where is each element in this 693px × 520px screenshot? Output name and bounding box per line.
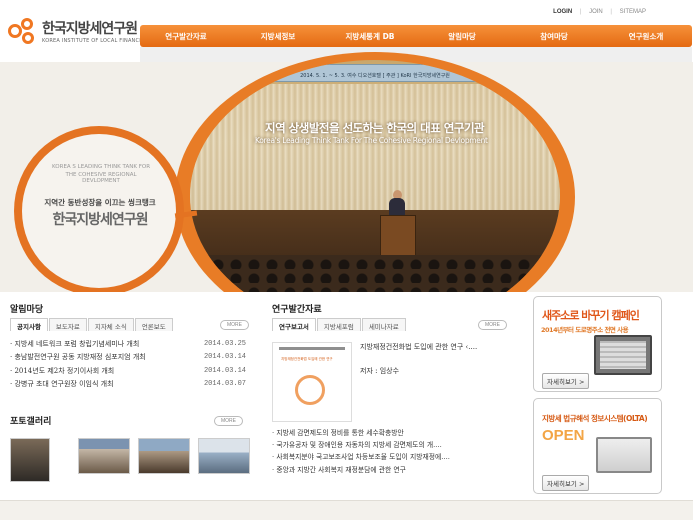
photo-gallery <box>10 438 258 482</box>
tab-forum[interactable]: 지방세포럼 <box>316 318 361 331</box>
olta-open-label: OPEN <box>542 427 585 444</box>
list-item[interactable]: · 중앙과 지방간 사회복지 재정분담에 관한 연구 <box>272 464 504 476</box>
list-item[interactable]: · 강병규 초대 연구원장 이임식 개최 2014.03.07 <box>10 378 246 391</box>
gallery-more-button[interactable]: MORE <box>214 416 243 426</box>
nav-item-about[interactable]: 연구원소개 <box>600 31 692 42</box>
tab-media[interactable]: 언론보도 <box>134 318 173 331</box>
gallery-title: 포토갤러리 <box>10 417 52 427</box>
join-link[interactable]: JOIN <box>589 9 603 15</box>
cover-title: 지방재정건전화법 도입에 관한 연구 <box>281 357 333 361</box>
address-campaign-banner[interactable]: 새주소로 바꾸기 캠페인 2014년부터 도로명주소 전면 사용 자세히보기 > <box>533 296 662 392</box>
notice-title: 알림마당 <box>10 305 44 315</box>
cover-logo-icon <box>295 375 325 405</box>
notice-more-button[interactable]: MORE <box>220 320 249 330</box>
campaign-subtitle: 2014년부터 도로명주소 전면 사용 <box>541 326 629 334</box>
notice-tabs: 공지사항 보도자료 지자체 소식 언론보도 <box>10 318 174 331</box>
site-logo[interactable]: 한국지방세연구원 KOREA INSTITUTE OF LOCAL FINANC… <box>8 18 143 44</box>
nav-item-tax-stats-db[interactable]: 지방세통계 DB <box>324 31 416 42</box>
stage-banner-text: 2014. 5. 1. ~ 5. 3. 여수 디오션호텔 [ 주관 ] KoRI… <box>300 73 450 79</box>
notice-list: · 지방세 네트워크 포럼 창립기념세미나 개최 2014.03.25 · 충남발… <box>10 338 246 391</box>
nav-item-notice[interactable]: 알림마당 <box>416 31 508 42</box>
slogan-org-name: 한국지방세연구원 <box>52 212 148 228</box>
campaign-title: 새주소로 바꾸기 캠페인 <box>542 309 640 322</box>
main-navigation: 연구발간자료 지방세정보 지방세통계 DB 알림마당 참여마당 연구원소개 <box>140 25 692 47</box>
nav-item-research[interactable]: 연구발간자료 <box>140 31 232 42</box>
tab-press[interactable]: 보도자료 <box>48 318 87 331</box>
list-item[interactable]: · 사회복지분야 국고보조사업 차등보조율 도입이 지방재정에.... <box>272 451 504 463</box>
nav-item-local-tax-info[interactable]: 지방세정보 <box>232 31 324 42</box>
research-tabs: 연구보고서 지방세포럼 세미나자료 <box>272 318 407 331</box>
util-separator: | <box>610 9 612 15</box>
gallery-photo[interactable] <box>198 438 250 474</box>
tab-seminar[interactable]: 세미나자료 <box>361 318 406 331</box>
util-separator: | <box>579 9 582 15</box>
main-visual: 2014. 5. 1. ~ 5. 3. 여수 디오션호텔 [ 주관 ] KoRI… <box>0 52 693 342</box>
slogan-ko: 지역간 동반성장을 이끄는 씽크탱크 <box>44 198 156 207</box>
tab-reports[interactable]: 연구보고서 <box>272 318 316 331</box>
olta-title: 지방세 법규해석 정보시스템(OLTA) <box>542 414 648 423</box>
tab-local-news[interactable]: 지자체 소식 <box>87 318 134 331</box>
laptop-icon <box>596 437 652 473</box>
detail-button[interactable]: 자세히보기 > <box>542 373 590 389</box>
research-list: · 지방세 감면제도의 정비를 통한 세수확충방안 · 국가유공자 및 장애인용… <box>272 427 504 476</box>
gallery-photo[interactable] <box>138 438 190 474</box>
footer-strip <box>0 500 693 520</box>
slogan-en-line1: KOREA S LEADING THINK TANK FOR <box>51 164 151 170</box>
featured-report-title[interactable]: 지방재정건전화법 도입에 관한 연구 ‹.... <box>360 341 500 353</box>
tab-notice[interactable]: 공지사항 <box>10 318 48 331</box>
logo-name-ko: 한국지방세연구원 <box>42 21 138 37</box>
research-more-button[interactable]: MORE <box>478 320 507 330</box>
list-item[interactable]: · 지방세 네트워크 포럼 창립기념세미나 개최 2014.03.25 <box>10 338 246 351</box>
report-cover-image[interactable]: 지방재정건전화법 도입에 관한 연구 <box>272 342 352 422</box>
list-item[interactable]: · 충남발전연구원 공동 지방재정 심포지엄 개최 2014.03.14 <box>10 351 246 364</box>
slogan-en-line2: THE COHESIVE REGIONAL DEVLOPMENT <box>65 172 137 184</box>
visual-headline-en: Korea's Leading Think Tank For The Cohes… <box>255 136 488 145</box>
list-item[interactable]: · 국가유공자 및 장애인용 자동차의 지방세 감면제도의 개.... <box>272 439 504 451</box>
list-item[interactable]: · 지방세 감면제도의 정비를 통한 세수확충방안 <box>272 427 504 439</box>
login-link[interactable]: LOGIN <box>553 9 572 15</box>
nav-item-participation[interactable]: 참여마당 <box>508 31 600 42</box>
sitemap-link[interactable]: SITEMAP <box>620 9 646 15</box>
gallery-photo[interactable] <box>78 438 130 474</box>
featured-report-author: 저자 : 임상수 <box>360 367 400 375</box>
logo-name-en: KOREA INSTITUTE OF LOCAL FINANCE <box>42 38 143 44</box>
logo-icon <box>8 18 38 44</box>
research-title: 연구발간자료 <box>272 305 322 315</box>
detail-button[interactable]: 자세히보기 > <box>542 475 590 491</box>
list-item[interactable]: · 2014년도 제2차 정기이사회 개최 2014.03.14 <box>10 365 246 378</box>
podium <box>380 215 416 257</box>
gallery-photo[interactable] <box>10 438 50 482</box>
utility-menu: LOGIN | JOIN | SITEMAP <box>550 9 649 15</box>
visual-headline: 지역 상생발전을 선도하는 한국의 대표 연구기관 <box>265 121 485 135</box>
olta-banner[interactable]: 지방세 법규해석 정보시스템(OLTA) OPEN 자세히보기 > <box>533 398 662 494</box>
